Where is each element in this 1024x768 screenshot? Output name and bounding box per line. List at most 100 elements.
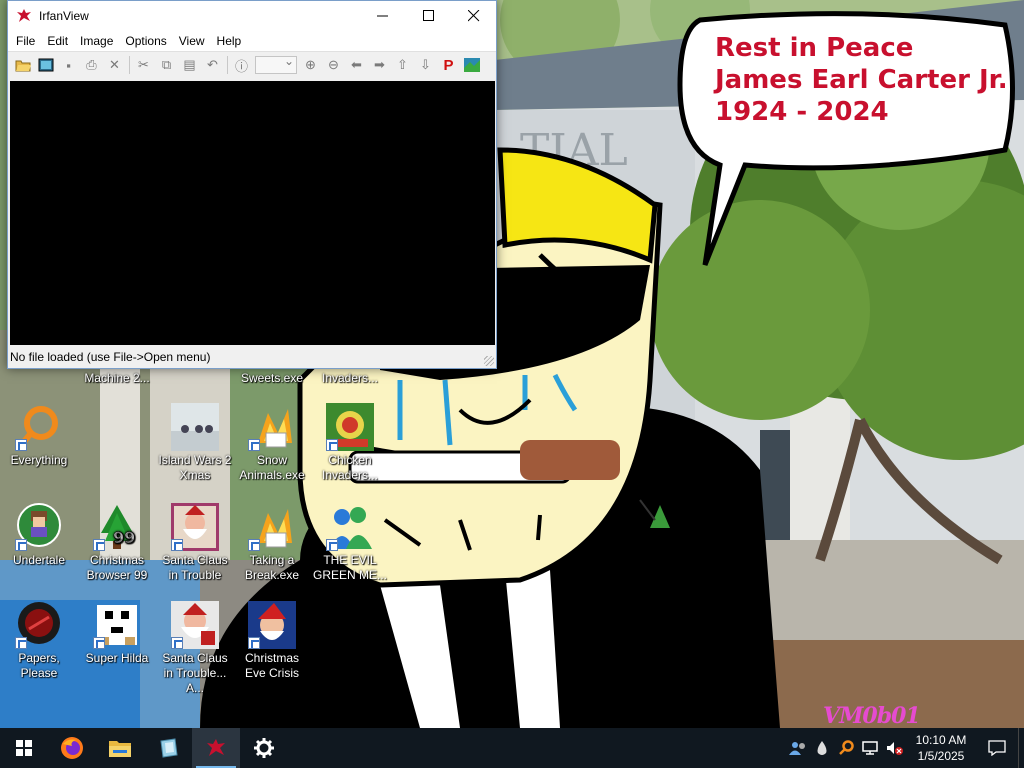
status-text: No file loaded (use File->Open menu) — [10, 350, 211, 364]
tray-search-icon[interactable] — [834, 728, 858, 768]
desktop-icon-label: Taking a Break.exe — [244, 553, 300, 582]
open-folder-icon[interactable] — [11, 54, 34, 76]
irfanview-window[interactable]: IrfanView File Edit Image Options View H… — [7, 0, 497, 369]
speech-line: 1924 - 2024 — [715, 97, 889, 127]
artist-signature: VM0b01 — [823, 703, 921, 728]
maximize-icon — [423, 10, 434, 21]
clock-date: 1/5/2025 — [917, 749, 965, 763]
desktop-icon-label: Chicken Invaders... — [321, 453, 379, 482]
desktop-icon-label: Super Hilda — [85, 651, 149, 665]
tray-droplet-icon[interactable] — [810, 728, 834, 768]
island-wars-icon — [171, 403, 219, 451]
taskbar-irfanview[interactable] — [192, 728, 240, 768]
paint-icon[interactable]: P — [437, 54, 460, 76]
save-icon[interactable]: ▪ — [57, 54, 80, 76]
status-bar: No file loaded (use File->Open menu) — [8, 346, 496, 368]
desktop-icon-papers-please[interactable]: Papers, Please — [0, 601, 78, 681]
desktop-label-partial: Invaders... — [321, 371, 379, 385]
snow-animals-icon — [248, 403, 296, 451]
previous-icon[interactable]: ⬅ — [345, 54, 368, 76]
desktop-label-partial: Machine 2... — [84, 371, 150, 385]
desktop-icon-taking-break[interactable]: Taking a Break.exe — [233, 503, 311, 583]
app-icon — [160, 738, 178, 758]
desktop-icon-christmas-eve[interactable]: Christmas Eve Crisis — [233, 601, 311, 681]
menu-edit[interactable]: Edit — [41, 34, 74, 48]
delete-icon[interactable]: ✕ — [103, 54, 126, 76]
menu-file[interactable]: File — [10, 34, 41, 48]
tray-network-icon[interactable] — [858, 728, 882, 768]
taskbar-clock[interactable]: 10:10 AM 1/5/2025 — [906, 732, 976, 764]
menu-bar: File Edit Image Options View Help — [8, 31, 496, 51]
paste-icon[interactable]: ▤ — [178, 54, 201, 76]
settings-icon — [254, 738, 274, 758]
desktop-icon-snow-animals[interactable]: Snow Animals.exe — [233, 403, 311, 483]
irfan-logo-icon[interactable] — [460, 54, 483, 76]
cut-icon[interactable]: ✂ — [132, 54, 155, 76]
zoom-in-icon[interactable]: ⊕ — [299, 54, 322, 76]
toolbar: ▪ ⎙ ✕ ✂ ⧉ ▤ ↶ ⓘ ⊕ ⊖ ⬅ ➡ ⇧ ⇩ P — [8, 51, 496, 78]
taskbar-firefox[interactable] — [48, 728, 96, 768]
desktop-icon-label: Everything — [10, 453, 68, 467]
desktop-icon-label: Snow Animals.exe — [239, 453, 305, 482]
first-icon[interactable]: ⇧ — [391, 54, 414, 76]
menu-options[interactable]: Options — [119, 34, 172, 48]
maximize-button[interactable] — [406, 1, 452, 31]
desktop-icon-label: Christmas Eve Crisis — [244, 651, 299, 680]
desktop-icon-santa-trouble-2[interactable]: Santa Claus in Trouble... A... — [156, 601, 234, 696]
slideshow-icon[interactable] — [34, 54, 57, 76]
zoom-combo[interactable] — [255, 54, 297, 74]
tray-people-icon[interactable] — [786, 728, 810, 768]
next-icon[interactable]: ➡ — [368, 54, 391, 76]
menu-view[interactable]: View — [173, 34, 211, 48]
santa-trouble-icon — [171, 503, 219, 551]
papers-please-icon — [15, 601, 63, 649]
undertale-icon — [15, 503, 63, 551]
menu-image[interactable]: Image — [74, 34, 119, 48]
desktop-icon-island-wars[interactable]: Island Wars 2 Xmas — [156, 403, 234, 483]
tray-volume-muted-icon[interactable] — [882, 728, 906, 768]
action-center-button[interactable] — [976, 728, 1018, 768]
desktop-icon-label: Christmas Browser 99 — [86, 553, 148, 582]
desktop-icon-christmas-browser[interactable]: 99 Christmas Browser 99 — [78, 503, 156, 583]
start-button[interactable] — [0, 728, 48, 768]
speech-line: Rest in Peace — [715, 33, 914, 63]
desktop-icon-everything[interactable]: Everything — [0, 403, 78, 468]
notification-icon — [988, 740, 1006, 756]
zoom-out-icon[interactable]: ⊖ — [322, 54, 345, 76]
print-icon[interactable]: ⎙ — [80, 54, 103, 76]
desktop-icon-label: Island Wars 2 Xmas — [158, 453, 232, 482]
undo-icon[interactable]: ↶ — [201, 54, 224, 76]
taskbar-app[interactable] — [144, 728, 192, 768]
desktop-icon-chicken-invaders[interactable]: Chicken Invaders... — [311, 403, 389, 483]
image-viewport[interactable] — [10, 81, 495, 345]
last-icon[interactable]: ⇩ — [414, 54, 437, 76]
evil-green-icon — [326, 503, 374, 551]
copy-icon[interactable]: ⧉ — [155, 54, 178, 76]
christmas-browser-badge: 99 — [113, 528, 135, 547]
desktop-icon-super-hilda[interactable]: Super Hilda — [78, 601, 156, 666]
irfanview-icon — [207, 739, 225, 756]
firefox-icon — [61, 737, 83, 759]
system-tray: 10:10 AM 1/5/2025 — [786, 728, 1024, 768]
close-icon — [468, 10, 480, 22]
window-titlebar[interactable]: IrfanView — [8, 1, 496, 31]
christmas-browser-icon: 99 — [93, 503, 141, 551]
minimize-icon — [377, 15, 388, 17]
santa-trouble-2-icon — [171, 601, 219, 649]
christmas-eve-icon — [248, 601, 296, 649]
desktop-icon-undertale[interactable]: Undertale — [0, 503, 78, 568]
speech-bubble-text: Rest in Peace James Earl Carter Jr. 1924… — [715, 32, 1008, 128]
taskbar: 10:10 AM 1/5/2025 — [0, 728, 1024, 768]
close-button[interactable] — [451, 1, 497, 31]
desktop-icon-evil-green[interactable]: THE EVIL GREEN ME... — [311, 503, 389, 583]
menu-help[interactable]: Help — [211, 34, 248, 48]
taskbar-file-explorer[interactable] — [96, 728, 144, 768]
minimize-button[interactable] — [360, 1, 406, 31]
info-icon[interactable]: ⓘ — [230, 54, 253, 76]
show-desktop-button[interactable] — [1018, 728, 1024, 768]
resize-grip[interactable] — [484, 356, 494, 366]
taskbar-settings[interactable] — [240, 728, 288, 768]
clock-time: 10:10 AM — [915, 733, 967, 747]
desktop-icon-santa-trouble[interactable]: Santa Claus in Trouble — [156, 503, 234, 583]
chicken-invaders-icon — [326, 403, 374, 451]
